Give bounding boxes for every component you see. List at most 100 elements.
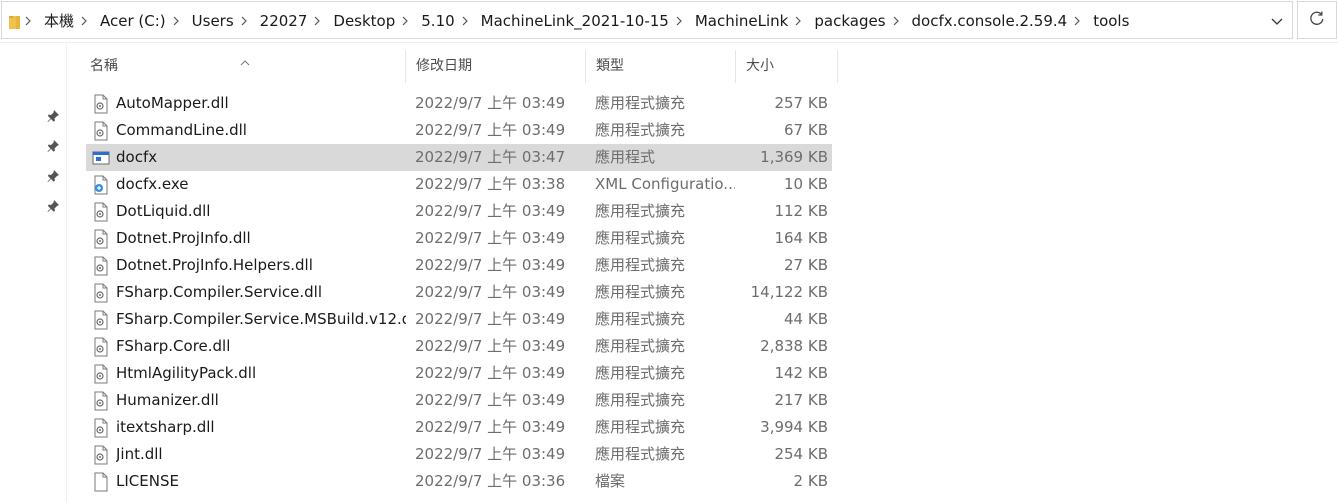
file-date-modified: 2022/9/7 上午 03:49 <box>415 445 566 463</box>
file-row[interactable]: Humanizer.dll 2022/9/7 上午 03:49 應用程式擴充 217 … <box>86 387 832 414</box>
dll-file-icon <box>92 445 110 465</box>
file-type: 應用程式 <box>595 148 656 166</box>
file-type: 檔案 <box>595 472 626 490</box>
generic-file-icon <box>92 472 110 492</box>
address-field[interactable]: 本機 Acer (C:) Users 22027 Desktop 5.10 MachineL… <box>1 1 1293 39</box>
dll-file-icon <box>92 283 110 303</box>
chevron-right-icon[interactable] <box>80 16 94 26</box>
refresh-button[interactable] <box>1297 1 1337 39</box>
file-type: 應用程式擴充 <box>595 310 686 328</box>
file-row[interactable]: docfx.exe 2022/9/7 上午 03:38 XML Configurat… <box>86 171 832 198</box>
breadcrumb-item[interactable]: Desktop <box>327 2 401 40</box>
file-name: docfx.exe <box>116 175 189 193</box>
file-row[interactable]: itextsharp.dll 2022/9/7 上午 03:49 應用程式擴充 3,9… <box>86 414 832 441</box>
file-row[interactable]: HtmlAgilityPack.dll 2022/9/7 上午 03:49 應用程式… <box>86 360 832 387</box>
file-name: CommandLine.dll <box>116 121 247 139</box>
file-name: AutoMapper.dll <box>116 94 229 112</box>
pin-icon[interactable] <box>45 138 61 154</box>
file-size: 112 KB <box>774 202 828 220</box>
file-type: 應用程式擴充 <box>595 391 686 409</box>
dll-file-icon <box>92 391 110 411</box>
file-row[interactable]: AutoMapper.dll 2022/9/7 上午 03:49 應用程式擴充 257… <box>86 90 832 117</box>
file-row[interactable]: Jint.dll 2022/9/7 上午 03:49 應用程式擴充 254 KB <box>86 441 832 468</box>
address-bar: 本機 Acer (C:) Users 22027 Desktop 5.10 MachineL… <box>0 0 1338 43</box>
file-name: HtmlAgilityPack.dll <box>116 364 257 382</box>
breadcrumb: 本機 Acer (C:) Users 22027 Desktop 5.10 MachineL… <box>24 2 1135 40</box>
file-date-modified: 2022/9/7 上午 03:49 <box>415 121 566 139</box>
chevron-right-icon[interactable] <box>240 16 254 26</box>
file-date-modified: 2022/9/7 上午 03:49 <box>415 364 566 382</box>
pin-icon[interactable] <box>45 108 61 124</box>
chevron-right-icon[interactable] <box>892 16 906 26</box>
file-row[interactable]: Dotnet.ProjInfo.dll 2022/9/7 上午 03:49 應用程式… <box>86 225 832 252</box>
file-name: DotLiquid.dll <box>116 202 211 220</box>
chevron-right-icon[interactable] <box>172 16 186 26</box>
file-date-modified: 2022/9/7 上午 03:49 <box>415 418 566 436</box>
dll-file-icon <box>92 94 110 114</box>
breadcrumb-item[interactable]: docfx.console.2.59.4 <box>906 2 1074 40</box>
file-name: itextsharp.dll <box>116 418 215 436</box>
breadcrumb-item[interactable]: Acer (C:) <box>94 2 172 40</box>
dll-file-icon <box>92 121 110 141</box>
file-row[interactable]: CommandLine.dll 2022/9/7 上午 03:49 應用程式擴充 67… <box>86 117 832 144</box>
chevron-right-icon[interactable] <box>24 16 38 26</box>
chevron-right-icon[interactable] <box>401 16 415 26</box>
file-date-modified: 2022/9/7 上午 03:49 <box>415 94 566 112</box>
breadcrumb-item[interactable]: packages <box>808 2 891 40</box>
file-date-modified: 2022/9/7 上午 03:47 <box>415 148 566 166</box>
column-header-date[interactable]: 修改日期 <box>406 50 586 83</box>
breadcrumb-item[interactable]: tools <box>1087 2 1135 40</box>
file-name: LICENSE <box>116 472 179 490</box>
chevron-down-icon <box>1271 11 1283 30</box>
file-date-modified: 2022/9/7 上午 03:49 <box>415 391 566 409</box>
file-date-modified: 2022/9/7 上午 03:49 <box>415 283 566 301</box>
file-type: 應用程式擴充 <box>595 418 686 436</box>
file-type: 應用程式擴充 <box>595 94 686 112</box>
file-date-modified: 2022/9/7 上午 03:49 <box>415 202 566 220</box>
breadcrumb-item[interactable]: 本機 <box>38 2 80 40</box>
chevron-right-icon[interactable] <box>1073 16 1087 26</box>
breadcrumb-item[interactable]: Users <box>186 2 240 40</box>
file-type: 應用程式擴充 <box>595 445 686 463</box>
file-row[interactable]: FSharp.Compiler.Service.MSBuild.v12.dll 2… <box>86 306 832 333</box>
file-type: 應用程式擴充 <box>595 256 686 274</box>
file-type: 應用程式擴充 <box>595 202 686 220</box>
column-header-name[interactable]: 名稱 <box>80 50 406 83</box>
dll-file-icon <box>92 418 110 438</box>
file-row[interactable]: docfx 2022/9/7 上午 03:47 應用程式 1,369 KB <box>86 144 832 171</box>
file-size: 142 KB <box>774 364 828 382</box>
breadcrumb-item[interactable]: MachineLink_2021-10-15 <box>475 2 675 40</box>
chevron-right-icon[interactable] <box>313 16 327 26</box>
dll-file-icon <box>92 229 110 249</box>
file-type: 應用程式擴充 <box>595 364 686 382</box>
file-row[interactable]: DotLiquid.dll 2022/9/7 上午 03:49 應用程式擴充 112 … <box>86 198 832 225</box>
file-date-modified: 2022/9/7 上午 03:49 <box>415 310 566 328</box>
file-type: 應用程式擴充 <box>595 283 686 301</box>
breadcrumb-item[interactable]: MachineLink <box>689 2 795 40</box>
pane-divider <box>66 42 67 502</box>
file-row[interactable]: FSharp.Core.dll 2022/9/7 上午 03:49 應用程式擴充 2,… <box>86 333 832 360</box>
file-row[interactable]: FSharp.Compiler.Service.dll 2022/9/7 上午 0… <box>86 279 832 306</box>
column-header-size[interactable]: 大小 <box>736 50 838 83</box>
pin-icon[interactable] <box>45 198 61 214</box>
chevron-right-icon[interactable] <box>675 16 689 26</box>
breadcrumb-item[interactable]: 22027 <box>254 2 314 40</box>
file-date-modified: 2022/9/7 上午 03:36 <box>415 472 566 490</box>
file-name: Humanizer.dll <box>116 391 219 409</box>
file-size: 164 KB <box>774 229 828 247</box>
file-size: 10 KB <box>784 175 828 193</box>
file-name: Jint.dll <box>116 445 163 463</box>
column-headers: 名稱 修改日期 類型 大小 <box>80 50 840 83</box>
pin-icon[interactable] <box>45 168 61 184</box>
breadcrumb-item[interactable]: 5.10 <box>415 2 460 40</box>
chevron-right-icon[interactable] <box>794 16 808 26</box>
file-name: Dotnet.ProjInfo.Helpers.dll <box>116 256 313 274</box>
chevron-right-icon[interactable] <box>461 16 475 26</box>
file-name: docfx <box>116 148 158 166</box>
address-history-dropdown[interactable] <box>1262 1 1292 39</box>
file-row[interactable]: LICENSE 2022/9/7 上午 03:36 檔案 2 KB <box>86 468 832 495</box>
file-row[interactable]: Dotnet.ProjInfo.Helpers.dll 2022/9/7 上午 0… <box>86 252 832 279</box>
column-header-type[interactable]: 類型 <box>586 50 736 83</box>
file-date-modified: 2022/9/7 上午 03:49 <box>415 337 566 355</box>
file-date-modified: 2022/9/7 上午 03:49 <box>415 256 566 274</box>
